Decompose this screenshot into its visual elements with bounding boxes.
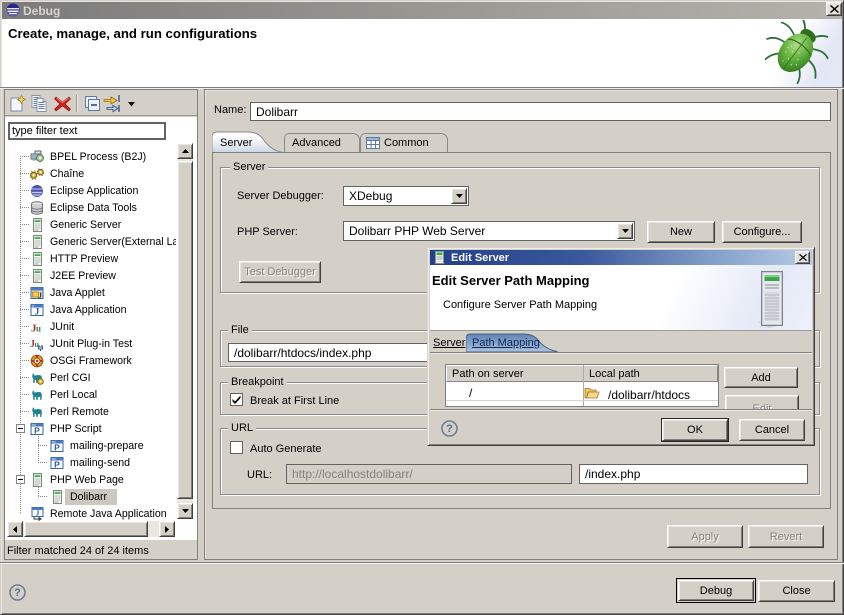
svg-text:?: ? (14, 587, 21, 599)
svg-text:?: ? (446, 423, 453, 435)
